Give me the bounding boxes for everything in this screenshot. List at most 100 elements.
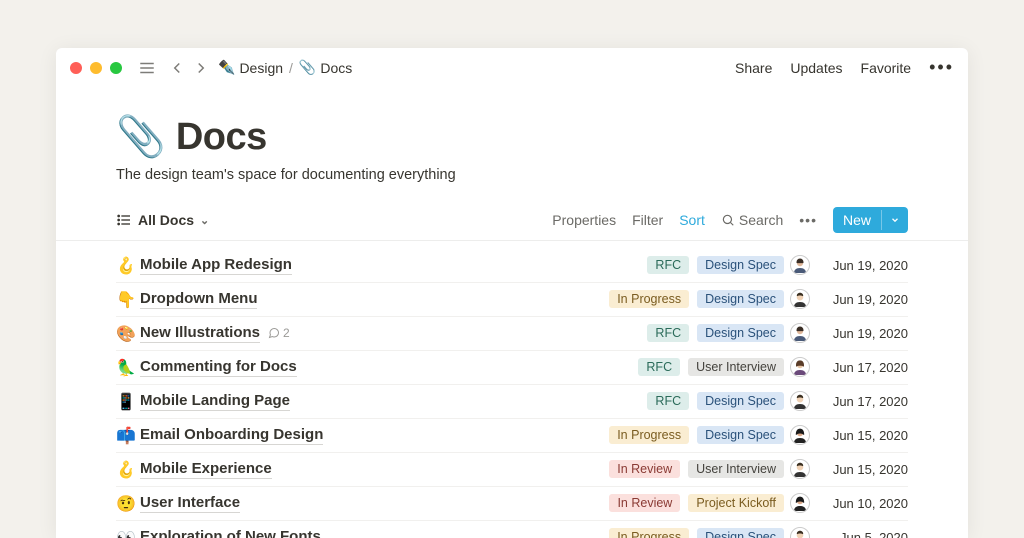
- avatar: [790, 459, 810, 479]
- row-title[interactable]: Mobile Experience: [140, 460, 272, 479]
- table-row[interactable]: 📫Email Onboarding DesignIn ProgressDesig…: [116, 419, 908, 453]
- table-row[interactable]: 🤨User InterfaceIn ReviewProject KickoffJ…: [116, 487, 908, 521]
- tag[interactable]: User Interview: [688, 358, 784, 376]
- row-author[interactable]: [784, 527, 816, 538]
- tag[interactable]: Design Spec: [697, 290, 784, 308]
- more-menu-icon[interactable]: •••: [929, 57, 954, 78]
- hamburger-menu-icon[interactable]: [136, 57, 158, 79]
- new-button-dropdown[interactable]: [881, 210, 908, 230]
- maximize-window-button[interactable]: [110, 62, 122, 74]
- share-button[interactable]: Share: [735, 60, 772, 76]
- updates-button[interactable]: Updates: [790, 60, 842, 76]
- tag[interactable]: Design Spec: [697, 324, 784, 342]
- row-date: Jun 17, 2020: [816, 360, 908, 375]
- table-row[interactable]: 🎨New Illustrations2RFCDesign SpecJun 19,…: [116, 317, 908, 351]
- close-window-button[interactable]: [70, 62, 82, 74]
- tag[interactable]: RFC: [647, 392, 689, 410]
- row-title[interactable]: New Illustrations: [140, 324, 260, 343]
- tag[interactable]: In Progress: [609, 290, 689, 308]
- breadcrumb-design-label: Design: [239, 60, 283, 76]
- row-date: Jun 15, 2020: [816, 462, 908, 477]
- row-icon: 👀: [116, 528, 140, 538]
- list-view-icon: [116, 212, 132, 228]
- row-tags: In Progress Design Spec: [564, 426, 784, 444]
- avatar: [790, 289, 810, 309]
- page-icon[interactable]: 📎: [116, 117, 166, 157]
- chevron-down-icon: [890, 215, 900, 225]
- row-date: Jun 5, 2020: [816, 530, 908, 538]
- row-title[interactable]: Email Onboarding Design: [140, 426, 323, 445]
- tag[interactable]: RFC: [638, 358, 680, 376]
- tag[interactable]: RFC: [647, 324, 689, 342]
- forward-button[interactable]: [190, 57, 212, 79]
- row-author[interactable]: [784, 323, 816, 343]
- tag[interactable]: In Progress: [609, 528, 689, 538]
- tag[interactable]: In Progress: [609, 426, 689, 444]
- row-author[interactable]: [784, 459, 816, 479]
- row-icon: 🪝: [116, 460, 140, 479]
- docs-list: 🪝 Mobile App Redesign RFC Design Spec Jun 19…: [56, 241, 968, 538]
- row-title[interactable]: Commenting for Docs: [140, 358, 297, 377]
- properties-button[interactable]: Properties: [552, 212, 616, 228]
- chevron-down-icon: ⌄: [200, 214, 209, 227]
- row-author[interactable]: [784, 425, 816, 445]
- breadcrumb-docs[interactable]: 📎 Docs: [299, 60, 352, 76]
- row-title[interactable]: User Interface: [140, 494, 240, 513]
- filter-button[interactable]: Filter: [632, 212, 663, 228]
- row-title[interactable]: Dropdown Menu: [140, 290, 257, 309]
- topbar: ✒️ Design / 📎 Docs Share Updates Favorit…: [56, 48, 968, 88]
- avatar: [790, 357, 810, 377]
- comment-count-badge[interactable]: 2: [268, 326, 290, 340]
- tag[interactable]: Design Spec: [697, 426, 784, 444]
- row-title[interactable]: Exploration of New Fonts: [140, 528, 321, 538]
- row-title[interactable]: Mobile Landing Page: [140, 392, 290, 411]
- table-row[interactable]: 👀Exploration of New Fonts In Progress Desi…: [116, 521, 908, 538]
- row-icon: 📱: [116, 392, 140, 411]
- row-author[interactable]: [784, 289, 816, 309]
- paperclip-icon: 📎: [299, 60, 316, 76]
- tag[interactable]: Design Spec: [697, 256, 784, 274]
- row-icon: 👇: [116, 290, 140, 309]
- avatar: [790, 493, 810, 513]
- table-row[interactable]: 🪝Mobile App RedesignRFCDesign SpecJun 19…: [116, 249, 908, 283]
- row-tags: In Progress Design Spec: [564, 290, 784, 308]
- tag[interactable]: RFC: [647, 256, 689, 274]
- new-button-label: New: [833, 207, 881, 233]
- new-button[interactable]: New: [833, 207, 908, 233]
- breadcrumb: ✒️ Design / 📎 Docs: [218, 60, 352, 76]
- search-icon: [721, 213, 735, 227]
- tag[interactable]: Design Spec: [697, 392, 784, 410]
- database-toolbar: All Docs ⌄ Properties Filter Sort Search…: [56, 201, 968, 241]
- favorite-button[interactable]: Favorite: [861, 60, 912, 76]
- row-author[interactable]: [784, 255, 816, 275]
- tag[interactable]: User Interview: [688, 460, 784, 478]
- table-row[interactable]: 👇Dropdown MenuIn ProgressDesign SpecJun …: [116, 283, 908, 317]
- avatar: [790, 527, 810, 538]
- tag[interactable]: Design Spec: [697, 528, 784, 538]
- sort-button[interactable]: Sort: [679, 212, 705, 228]
- row-tags: RFC Design Spec: [564, 256, 784, 274]
- row-date: Jun 17, 2020: [816, 394, 908, 409]
- table-row[interactable]: 🪝Mobile Experience In Review User Intervie…: [116, 453, 908, 487]
- avatar: [790, 391, 810, 411]
- row-author[interactable]: [784, 493, 816, 513]
- tag[interactable]: Project Kickoff: [688, 494, 784, 512]
- back-button[interactable]: [166, 57, 188, 79]
- row-author[interactable]: [784, 357, 816, 377]
- search-button[interactable]: Search: [721, 212, 783, 228]
- page-title[interactable]: Docs: [176, 116, 267, 159]
- view-selector[interactable]: All Docs ⌄: [116, 212, 209, 228]
- tag[interactable]: In Review: [609, 460, 680, 478]
- minimize-window-button[interactable]: [90, 62, 102, 74]
- tag[interactable]: In Review: [609, 494, 680, 512]
- row-title[interactable]: Mobile App Redesign: [140, 256, 292, 275]
- table-row[interactable]: 🦜Commenting for DocsRFCUser InterviewJun…: [116, 351, 908, 385]
- row-author[interactable]: [784, 391, 816, 411]
- table-row[interactable]: 📱Mobile Landing Page RFC Design Spec Jun 17…: [116, 385, 908, 419]
- row-date: Jun 19, 2020: [816, 258, 908, 273]
- row-icon: 🎨: [116, 324, 140, 343]
- more-options-icon[interactable]: •••: [799, 212, 817, 228]
- view-selector-label: All Docs: [138, 212, 194, 228]
- breadcrumb-design[interactable]: ✒️ Design: [218, 60, 283, 76]
- page-subtitle[interactable]: The design team's space for documenting …: [116, 167, 908, 183]
